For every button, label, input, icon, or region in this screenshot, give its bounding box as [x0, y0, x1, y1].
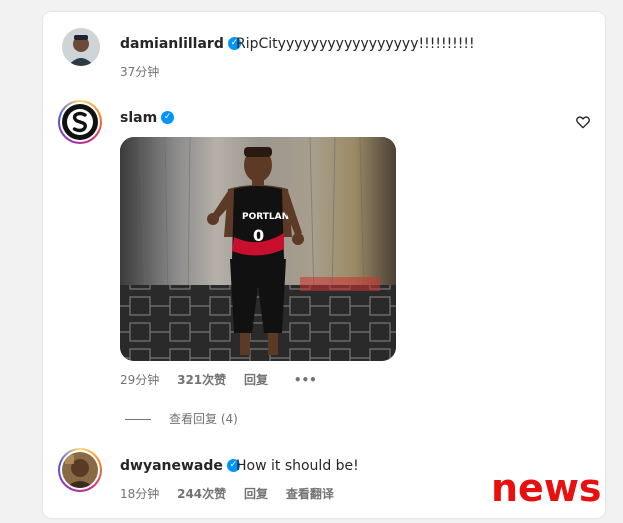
heart-icon[interactable] [575, 114, 591, 130]
news-watermark: news [491, 466, 602, 510]
avatar-ring-inner [60, 102, 100, 142]
comment-meta: 18分钟 244次赞 回复 查看翻译 [120, 485, 348, 502]
divider-line [125, 419, 151, 420]
username-text[interactable]: damianlillard [120, 36, 224, 52]
username-text[interactable]: dwyanewade [120, 458, 223, 474]
avatar-slam[interactable] [58, 100, 102, 144]
comment-meta: 37分钟 [120, 63, 173, 80]
comment-likes[interactable]: 244次赞 [177, 487, 226, 501]
view-replies-label[interactable]: 查看回复 (4) [169, 412, 238, 426]
avatar-dwyanewade[interactable] [58, 448, 102, 492]
comment-meta: 29分钟 321次赞 回复 ••• [120, 371, 331, 388]
view-replies-button[interactable]: 查看回复 (4) [125, 410, 238, 427]
username-text[interactable]: slam [120, 110, 157, 126]
more-options-icon[interactable]: ••• [294, 373, 317, 387]
comment-username[interactable]: dwyanewade ✓ [120, 458, 240, 474]
comment-username[interactable]: slam ✓ [120, 110, 175, 126]
avatar-image [62, 28, 100, 66]
comment-text: How it should be! [236, 458, 359, 474]
svg-text:0: 0 [253, 226, 264, 245]
post-photo[interactable]: PORTLAND 0 [120, 137, 396, 361]
comment-username[interactable]: damianlillard ✓ [120, 36, 241, 52]
verified-badge-icon: ✓ [161, 110, 175, 124]
reply-button[interactable]: 回复 [244, 373, 268, 387]
comment-text: RipCityyyyyyyyyyyyyyyyy!!!!!!!!!! [236, 36, 475, 52]
comment-time: 18分钟 [120, 487, 160, 501]
slam-logo-icon [62, 104, 98, 140]
comment-time: 37分钟 [120, 65, 160, 79]
comment-time: 29分钟 [120, 373, 160, 387]
avatar-ring-inner [60, 450, 100, 490]
comment-likes[interactable]: 321次赞 [177, 373, 226, 387]
avatar-image [62, 452, 98, 488]
translate-button[interactable]: 查看翻译 [286, 487, 334, 501]
avatar-damianlillard[interactable] [62, 28, 100, 66]
reply-button[interactable]: 回复 [244, 487, 268, 501]
